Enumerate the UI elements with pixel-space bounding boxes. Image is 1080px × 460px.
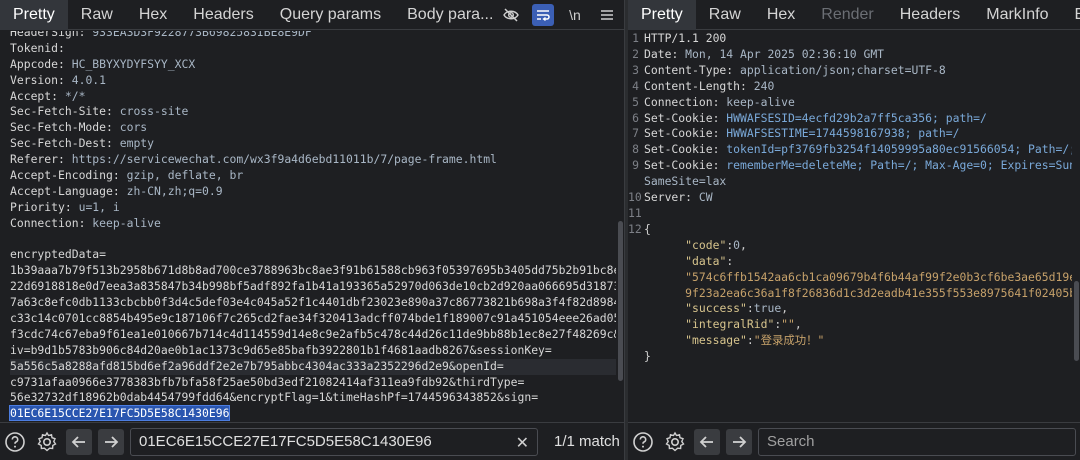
- request-body-line: 56e32732df18962b0dab4454799fdd64&encrypt…: [10, 390, 539, 405]
- request-body-line: f3cdc74c67eba9f61ea1e010667b714c4d114559…: [10, 326, 616, 341]
- request-tab-bar: Pretty Raw Hex Headers Query params Body…: [0, 0, 624, 30]
- request-editor[interactable]: HeaderSign: 933EA3D3F9228773B6982583IBE8…: [0, 31, 616, 422]
- wrap-lines-icon[interactable]: [532, 4, 554, 26]
- request-tab-pretty[interactable]: Pretty: [0, 0, 68, 30]
- request-tab-query-params[interactable]: Query params: [267, 0, 394, 30]
- response-line: 1 HTTP/1.1 200: [632, 31, 727, 45]
- request-header-line: Priority: u=1, i: [10, 199, 120, 214]
- response-header-line: 9 Set-Cookie: rememberMe=deleteMe; Path=/…: [632, 158, 1080, 173]
- response-json-line: "code":0,: [685, 237, 747, 252]
- response-header-line: 7 Set-Cookie: HWWAFSESTIME=1744598167938;…: [632, 126, 960, 141]
- request-header-line: Appcode: HC_BBYXYDYFSYY_XCX: [10, 56, 196, 71]
- response-header-line: 6 Set-Cookie: HWWAFSESID=4ecfd29b2a7ff5ca…: [632, 110, 987, 125]
- previous-match-button[interactable]: [66, 428, 92, 455]
- response-header-line: 4 Content-Length: 240: [632, 78, 775, 93]
- request-header-line: Accept-Language: zh-CN,zh;q=0.9: [10, 183, 223, 198]
- newline-icon[interactable]: \n: [564, 4, 586, 26]
- request-tab-raw[interactable]: Raw: [68, 0, 126, 30]
- response-tab-headers[interactable]: Headers: [887, 0, 973, 30]
- response-header-line: 5 Connection: keep-alive: [632, 94, 795, 109]
- request-body-line: c33c14c0701cc8854b495e9c187106f7c265cd2f…: [10, 311, 616, 326]
- response-tab-hex[interactable]: Hex: [754, 0, 808, 30]
- request-body-line: c9731afaa0966e3778383bfb7bfa58f25ae50bd3…: [10, 374, 525, 389]
- close-icon[interactable]: ✕: [516, 433, 529, 453]
- request-header-line: Sec-Fetch-Site: cross-site: [10, 104, 189, 119]
- response-header-line: 10 Server: CW: [628, 190, 713, 205]
- request-body-line-current: 5a556c5a8288afd815bd6ef2a96ddf2e2e7b795a…: [10, 358, 616, 375]
- response-tab-events[interactable]: Events: [1061, 0, 1080, 30]
- eye-off-icon[interactable]: [500, 4, 522, 26]
- request-search-bar: ✕ 1/1 match: [0, 422, 624, 460]
- response-scrollbar-thumb[interactable]: [1074, 281, 1079, 361]
- next-match-button[interactable]: [98, 428, 124, 455]
- response-header-line: 2 Date: Mon, 14 Apr 2025 02:36:10 GMT: [632, 46, 885, 61]
- request-header-line: HeaderSign: 933EA3D3F9228773B6982583IBE8…: [10, 31, 312, 39]
- request-header-line: Accept-Encoding: gzip, deflate, br: [10, 168, 244, 183]
- response-tab-bar: Pretty Raw Hex Render Headers MarkInfo E…: [628, 0, 1080, 30]
- request-header-line: Accept: */*: [10, 88, 86, 103]
- next-match-button[interactable]: [726, 428, 752, 455]
- request-body-line: iv=b9d1b5783b906c84d20ae0b1ac1373c9d65e8…: [10, 342, 552, 357]
- response-line: 11: [628, 205, 642, 220]
- search-match-highlight: 01EC6E15CCE27E17FC5D5E58C1430E96: [8, 405, 231, 422]
- response-json-line: "574c6ffb1542aa6cb1ca09679b4f6b44af99f2e…: [685, 269, 1080, 284]
- gear-icon[interactable]: [34, 429, 60, 455]
- request-scrollbar[interactable]: [616, 31, 624, 422]
- response-tab-raw[interactable]: Raw: [696, 0, 754, 30]
- response-line: 12{: [628, 221, 651, 236]
- request-search-field[interactable]: ✕: [130, 427, 538, 456]
- request-body-line: 22d6918818e0d7eea3a835847b34b998bf5adf89…: [10, 279, 616, 294]
- menu-icon[interactable]: [596, 4, 618, 26]
- request-toolbar-icons: \n: [500, 0, 618, 30]
- request-body-line: 7a63c8efc0db1133cbcbb0f3d4c5def03e4c045a…: [10, 295, 616, 310]
- request-body-line: encryptedData=: [10, 247, 107, 262]
- match-count: 1/1 match: [554, 433, 620, 450]
- previous-match-button[interactable]: [694, 428, 720, 455]
- response-editor[interactable]: 1 HTTP/1.1 200 2 Date: Mon, 14 Apr 2025 02…: [628, 31, 1080, 422]
- request-body-line: 1b39aaa7b79f513b2958b671d8b8ad700ce37889…: [10, 263, 616, 278]
- response-search-input[interactable]: [767, 433, 1067, 450]
- response-json-line: "data":: [685, 253, 734, 268]
- request-tab-headers[interactable]: Headers: [180, 0, 266, 30]
- response-search-bar: [628, 422, 1080, 460]
- response-scrollbar[interactable]: [1072, 31, 1080, 422]
- request-tab-body-params[interactable]: Body para...: [394, 0, 506, 30]
- response-json-line: "integralRid": "",: [685, 317, 802, 332]
- response-header-line: SameSite=lax: [644, 174, 727, 189]
- response-tab-render: Render: [821, 5, 874, 23]
- request-header-line: Connection: keep-alive: [10, 215, 161, 230]
- response-json-line: "success": true,: [685, 301, 789, 316]
- gear-icon[interactable]: [662, 429, 688, 455]
- response-search-field[interactable]: [758, 427, 1076, 456]
- request-header-line: Tokenid:: [10, 40, 65, 55]
- request-header-line: Sec-Fetch-Mode: cors: [10, 120, 148, 135]
- response-json-line: "message": "登录成功！": [685, 333, 825, 348]
- request-header-line: Sec-Fetch-Dest: empty: [10, 136, 155, 151]
- request-pane: Pretty Raw Hex Headers Query params Body…: [0, 0, 624, 460]
- response-header-line: 3 Content-Type: application/json;charset=…: [632, 62, 946, 77]
- request-search-input[interactable]: [139, 433, 529, 450]
- request-scrollbar-thumb[interactable]: [618, 221, 623, 381]
- response-tab-markinfo[interactable]: MarkInfo: [973, 0, 1061, 30]
- help-icon[interactable]: [630, 429, 656, 455]
- response-tab-pretty[interactable]: Pretty: [628, 0, 696, 30]
- response-pane: Pretty Raw Hex Render Headers MarkInfo E…: [628, 0, 1080, 460]
- request-header-line: Referer: https://servicewechat.com/wx3f9…: [10, 152, 497, 167]
- response-json-line: 9f23a2ea6c36a1f8f26836d1c3d2eadb41e355f5…: [685, 285, 1080, 300]
- response-header-line: 8 Set-Cookie: tokenId=pf3769fb3254f140599…: [632, 142, 1077, 157]
- request-header-line: Version: 4.0.1: [10, 72, 107, 87]
- response-json-line: }: [644, 349, 651, 364]
- request-tab-hex[interactable]: Hex: [126, 0, 180, 30]
- request-body-line: 01EC6E15CCE27E17FC5D5E58C1430E96: [8, 405, 616, 422]
- help-icon[interactable]: [2, 429, 28, 455]
